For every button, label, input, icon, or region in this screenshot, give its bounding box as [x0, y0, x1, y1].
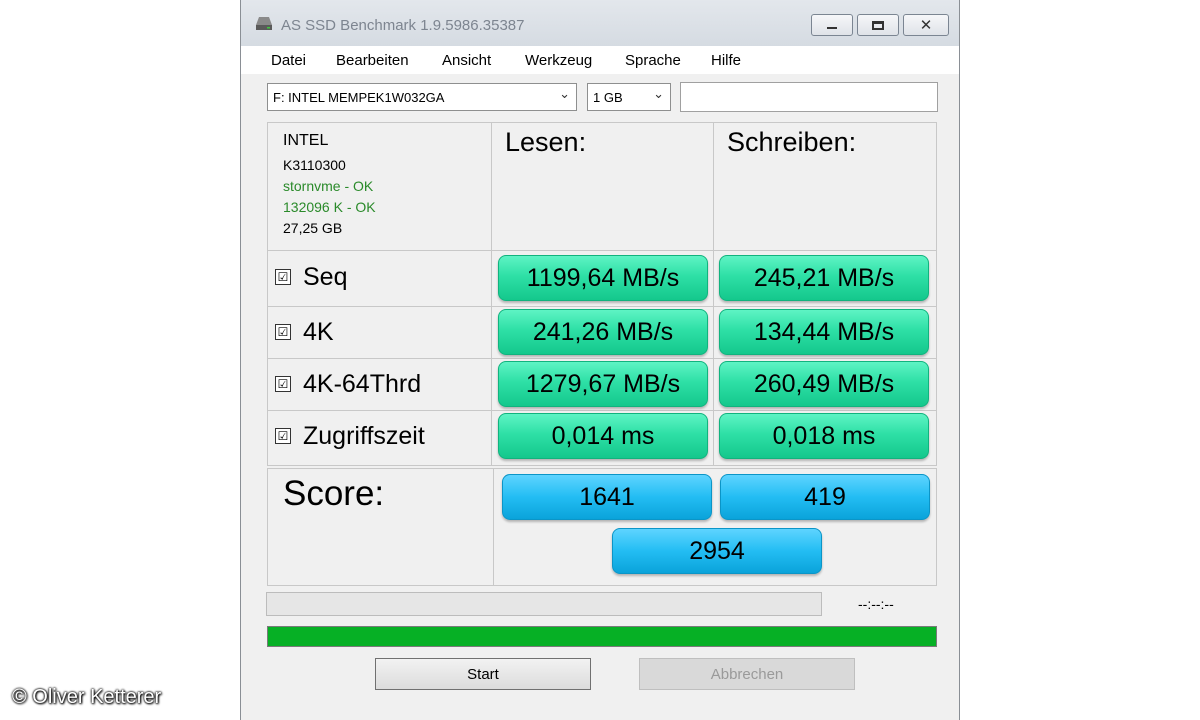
read-column-header: Lesen: [505, 127, 587, 157]
test-label: 4K-64Thrd [303, 369, 422, 398]
as-ssd-window: AS SSD Benchmark 1.9.5986.35387 ✕ Datei … [240, 0, 960, 720]
close-icon: ✕ [919, 15, 933, 34]
minimize-button[interactable] [811, 14, 853, 36]
chevron-down-icon: ⌄ [653, 87, 664, 102]
divider [493, 468, 494, 586]
copyright-watermark: © Oliver Ketterer [12, 686, 162, 708]
size-select[interactable]: 1 GB ⌄ [587, 83, 671, 111]
close-button[interactable]: ✕ [903, 14, 949, 36]
menu-bearbeiten[interactable]: Bearbeiten [336, 52, 409, 69]
menu-bar: Datei Bearbeiten Ansicht Werkzeug Sprach… [241, 46, 959, 74]
test-4k[interactable]: ☑ 4K [275, 317, 334, 347]
4k-read-result: 241,26 MB/s [498, 309, 708, 355]
4k64-write-result: 260,49 MB/s [719, 361, 929, 407]
divider [491, 122, 492, 466]
chevron-down-icon: ⌄ [559, 87, 570, 102]
checkbox-icon[interactable]: ☑ [275, 428, 291, 444]
alignment-status: 132096 K - OK [283, 199, 376, 215]
start-button[interactable]: Start [375, 658, 591, 690]
drive-select[interactable]: F: INTEL MEMPEK1W032GA ⌄ [267, 83, 577, 111]
test-label: Zugriffszeit [303, 421, 425, 450]
description-input[interactable] [680, 82, 938, 112]
checkbox-icon[interactable]: ☑ [275, 376, 291, 392]
access-write-result: 0,018 ms [719, 413, 929, 459]
test-4k-64thrd[interactable]: ☑ 4K-64Thrd [275, 369, 421, 399]
title-bar[interactable]: AS SSD Benchmark 1.9.5986.35387 ✕ [241, 0, 959, 46]
menu-datei[interactable]: Datei [271, 52, 306, 69]
seq-write-result: 245,21 MB/s [719, 255, 929, 301]
test-zugriffszeit[interactable]: ☑ Zugriffszeit [275, 421, 425, 451]
divider [267, 306, 937, 307]
test-label: 4K [303, 317, 334, 346]
maximize-button[interactable] [857, 14, 899, 36]
cancel-button[interactable]: Abbrechen [639, 658, 855, 690]
write-score: 419 [720, 474, 930, 520]
drive-select-value: F: INTEL MEMPEK1W032GA [273, 90, 445, 105]
maximize-icon [872, 20, 884, 30]
test-label: Seq [303, 262, 348, 291]
app-drive-icon [256, 17, 272, 30]
menu-ansicht[interactable]: Ansicht [442, 52, 491, 69]
read-score: 1641 [502, 474, 712, 520]
menu-werkzeug[interactable]: Werkzeug [525, 52, 592, 69]
minimize-icon [827, 27, 837, 29]
seq-read-result: 1199,64 MB/s [498, 255, 708, 301]
checkbox-icon[interactable]: ☑ [275, 269, 291, 285]
divider [267, 410, 937, 411]
overall-progress-fill [268, 627, 936, 646]
test-seq[interactable]: ☑ Seq [275, 262, 347, 292]
menu-hilfe[interactable]: Hilfe [711, 52, 741, 69]
test-progress-bar [266, 592, 822, 616]
total-score: 2954 [612, 528, 822, 574]
score-label: Score: [283, 474, 385, 513]
access-read-result: 0,014 ms [498, 413, 708, 459]
window-title: AS SSD Benchmark 1.9.5986.35387 [281, 17, 525, 34]
driver-status: stornvme - OK [283, 178, 374, 194]
drive-firmware: K3110300 [283, 157, 346, 173]
divider [713, 122, 714, 466]
drive-vendor: INTEL [283, 132, 329, 149]
drive-capacity: 27,25 GB [283, 220, 343, 236]
elapsed-time: --:--:-- [858, 596, 894, 612]
write-column-header: Schreiben: [727, 127, 857, 157]
divider [267, 250, 937, 251]
size-select-value: 1 GB [593, 90, 623, 105]
drive-info: INTEL K3110300 stornvme - OK 132096 K - … [283, 130, 376, 239]
4k64-read-result: 1279,67 MB/s [498, 361, 708, 407]
menu-sprache[interactable]: Sprache [625, 52, 681, 69]
4k-write-result: 134,44 MB/s [719, 309, 929, 355]
checkbox-icon[interactable]: ☑ [275, 324, 291, 340]
divider [267, 358, 937, 359]
overall-progress-bar [267, 626, 937, 647]
